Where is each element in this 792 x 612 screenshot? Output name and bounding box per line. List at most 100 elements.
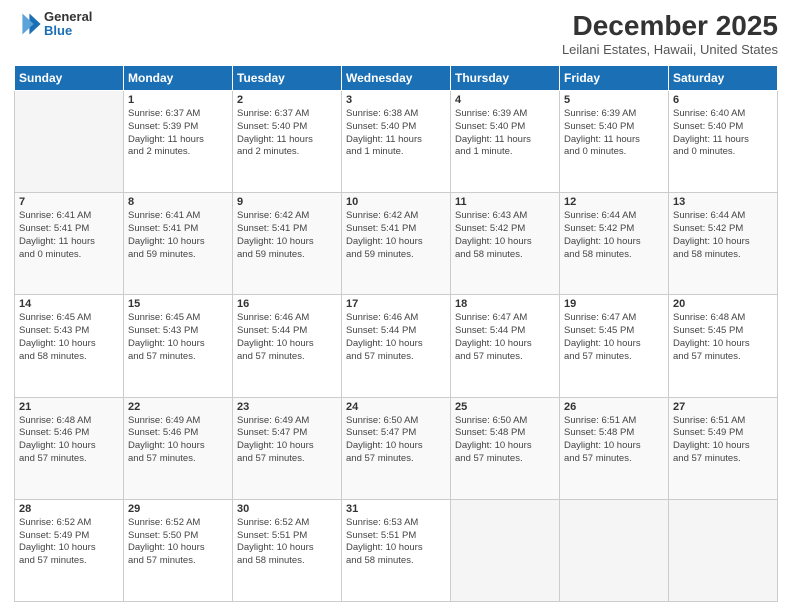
day-cell <box>15 91 124 193</box>
day-cell: 13 Sunrise: 6:44 AM Sunset: 5:42 PM Dayli… <box>669 193 778 295</box>
day-content: Sunrise: 6:51 AM Sunset: 5:48 PM Dayligh… <box>564 415 664 466</box>
day-cell: 8Sunrise: 6:41 AM Sunset: 5:41 PM Daylig… <box>124 193 233 295</box>
day-cell: 17Sunrise: 6:46 AM Sunset: 5:44 PM Dayli… <box>342 295 451 397</box>
logo-text: General Blue <box>44 10 92 39</box>
day-number: 6 <box>673 94 773 106</box>
day-content: Sunrise: 6:45 AM Sunset: 5:43 PM Dayligh… <box>19 312 119 363</box>
day-cell: 19Sunrise: 6:47 AM Sunset: 5:45 PM Dayli… <box>560 295 669 397</box>
day-number: 9 <box>237 196 337 208</box>
day-cell: 18 Sunrise: 6:47 AM Sunset: 5:44 PM Dayli… <box>451 295 560 397</box>
day-number: 22 <box>128 401 228 413</box>
day-cell: 26 Sunrise: 6:51 AM Sunset: 5:48 PM Dayli… <box>560 397 669 499</box>
day-content: Sunrise: 6:49 AM Sunset: 5:46 PM Dayligh… <box>128 415 228 466</box>
day-cell: 14 Sunrise: 6:45 AM Sunset: 5:43 PM Dayli… <box>15 295 124 397</box>
day-content: Sunrise: 6:41 AM Sunset: 5:41 PM Dayligh… <box>128 210 228 261</box>
day-cell: 4 Sunrise: 6:39 AM Sunset: 5:40 PM Daylig… <box>451 91 560 193</box>
logo-icon <box>14 10 42 38</box>
day-number: 7 <box>19 196 119 208</box>
day-content: Sunrise: 6:42 AM Sunset: 5:41 PM Dayligh… <box>346 210 446 261</box>
day-cell <box>451 499 560 601</box>
day-content: Sunrise: 6:52 AM Sunset: 5:51 PM Dayligh… <box>237 517 337 568</box>
day-content: Sunrise: 6:37 AM Sunset: 5:39 PM Dayligh… <box>128 108 228 159</box>
day-cell: 29 Sunrise: 6:52 AM Sunset: 5:50 PM Dayli… <box>124 499 233 601</box>
header-cell-monday: Monday <box>124 66 233 91</box>
day-cell: 6 Sunrise: 6:40 AM Sunset: 5:40 PM Daylig… <box>669 91 778 193</box>
day-cell: 7Sunrise: 6:41 AM Sunset: 5:41 PM Daylig… <box>15 193 124 295</box>
day-number: 29 <box>128 503 228 515</box>
day-number: 1 <box>128 94 228 106</box>
day-number: 21 <box>19 401 119 413</box>
header-cell-wednesday: Wednesday <box>342 66 451 91</box>
day-number: 18 <box>455 298 555 310</box>
logo: General Blue <box>14 10 92 39</box>
day-number: 26 <box>564 401 664 413</box>
day-content: Sunrise: 6:52 AM Sunset: 5:50 PM Dayligh… <box>128 517 228 568</box>
calendar-body: 1 Sunrise: 6:37 AM Sunset: 5:39 PM Daylig… <box>15 91 778 602</box>
day-number: 5 <box>564 94 664 106</box>
day-cell: 20Sunrise: 6:48 AM Sunset: 5:45 PM Dayli… <box>669 295 778 397</box>
day-content: Sunrise: 6:47 AM Sunset: 5:45 PM Dayligh… <box>564 312 664 363</box>
day-content: Sunrise: 6:48 AM Sunset: 5:45 PM Dayligh… <box>673 312 773 363</box>
day-content: Sunrise: 6:39 AM Sunset: 5:40 PM Dayligh… <box>455 108 555 159</box>
header-row: SundayMondayTuesdayWednesdayThursdayFrid… <box>15 66 778 91</box>
day-content: Sunrise: 6:46 AM Sunset: 5:44 PM Dayligh… <box>237 312 337 363</box>
week-row-3: 14 Sunrise: 6:45 AM Sunset: 5:43 PM Dayli… <box>15 295 778 397</box>
day-number: 13 <box>673 196 773 208</box>
day-cell: 22 Sunrise: 6:49 AM Sunset: 5:46 PM Dayli… <box>124 397 233 499</box>
week-row-4: 21 Sunrise: 6:48 AM Sunset: 5:46 PM Dayli… <box>15 397 778 499</box>
day-content: Sunrise: 6:52 AM Sunset: 5:49 PM Dayligh… <box>19 517 119 568</box>
day-number: 2 <box>237 94 337 106</box>
day-cell: 10 Sunrise: 6:42 AM Sunset: 5:41 PM Dayli… <box>342 193 451 295</box>
day-cell <box>560 499 669 601</box>
day-cell: 16 Sunrise: 6:46 AM Sunset: 5:44 PM Dayli… <box>233 295 342 397</box>
day-number: 4 <box>455 94 555 106</box>
calendar-header: SundayMondayTuesdayWednesdayThursdayFrid… <box>15 66 778 91</box>
page: General Blue December 2025 Leilani Estat… <box>0 0 792 612</box>
header-cell-friday: Friday <box>560 66 669 91</box>
day-cell: 30 Sunrise: 6:52 AM Sunset: 5:51 PM Dayli… <box>233 499 342 601</box>
day-cell: 15 Sunrise: 6:45 AM Sunset: 5:43 PM Dayli… <box>124 295 233 397</box>
day-number: 16 <box>237 298 337 310</box>
day-cell: 2 Sunrise: 6:37 AM Sunset: 5:40 PM Daylig… <box>233 91 342 193</box>
day-cell: 27 Sunrise: 6:51 AM Sunset: 5:49 PM Dayli… <box>669 397 778 499</box>
day-number: 31 <box>346 503 446 515</box>
day-content: Sunrise: 6:48 AM Sunset: 5:46 PM Dayligh… <box>19 415 119 466</box>
header-cell-thursday: Thursday <box>451 66 560 91</box>
day-content: Sunrise: 6:38 AM Sunset: 5:40 PM Dayligh… <box>346 108 446 159</box>
week-row-5: 28Sunrise: 6:52 AM Sunset: 5:49 PM Dayli… <box>15 499 778 601</box>
day-content: Sunrise: 6:50 AM Sunset: 5:48 PM Dayligh… <box>455 415 555 466</box>
calendar: SundayMondayTuesdayWednesdayThursdayFrid… <box>14 65 778 602</box>
day-content: Sunrise: 6:44 AM Sunset: 5:42 PM Dayligh… <box>673 210 773 261</box>
title-block: December 2025 Leilani Estates, Hawaii, U… <box>562 10 778 57</box>
month-year: December 2025 <box>562 10 778 42</box>
day-content: Sunrise: 6:49 AM Sunset: 5:47 PM Dayligh… <box>237 415 337 466</box>
day-number: 15 <box>128 298 228 310</box>
day-cell <box>669 499 778 601</box>
day-content: Sunrise: 6:51 AM Sunset: 5:49 PM Dayligh… <box>673 415 773 466</box>
day-cell: 12Sunrise: 6:44 AM Sunset: 5:42 PM Dayli… <box>560 193 669 295</box>
day-cell: 1 Sunrise: 6:37 AM Sunset: 5:39 PM Daylig… <box>124 91 233 193</box>
day-cell: 23 Sunrise: 6:49 AM Sunset: 5:47 PM Dayli… <box>233 397 342 499</box>
day-number: 30 <box>237 503 337 515</box>
logo-blue: Blue <box>44 24 92 38</box>
day-cell: 9Sunrise: 6:42 AM Sunset: 5:41 PM Daylig… <box>233 193 342 295</box>
day-content: Sunrise: 6:37 AM Sunset: 5:40 PM Dayligh… <box>237 108 337 159</box>
day-content: Sunrise: 6:43 AM Sunset: 5:42 PM Dayligh… <box>455 210 555 261</box>
day-content: Sunrise: 6:45 AM Sunset: 5:43 PM Dayligh… <box>128 312 228 363</box>
day-number: 23 <box>237 401 337 413</box>
day-cell: 21 Sunrise: 6:48 AM Sunset: 5:46 PM Dayli… <box>15 397 124 499</box>
header-cell-tuesday: Tuesday <box>233 66 342 91</box>
day-number: 10 <box>346 196 446 208</box>
day-content: Sunrise: 6:40 AM Sunset: 5:40 PM Dayligh… <box>673 108 773 159</box>
day-number: 11 <box>455 196 555 208</box>
header: General Blue December 2025 Leilani Estat… <box>14 10 778 57</box>
day-content: Sunrise: 6:46 AM Sunset: 5:44 PM Dayligh… <box>346 312 446 363</box>
day-cell: 5Sunrise: 6:39 AM Sunset: 5:40 PM Daylig… <box>560 91 669 193</box>
day-number: 24 <box>346 401 446 413</box>
day-number: 27 <box>673 401 773 413</box>
day-content: Sunrise: 6:44 AM Sunset: 5:42 PM Dayligh… <box>564 210 664 261</box>
day-cell: 25Sunrise: 6:50 AM Sunset: 5:48 PM Dayli… <box>451 397 560 499</box>
day-cell: 24Sunrise: 6:50 AM Sunset: 5:47 PM Dayli… <box>342 397 451 499</box>
day-content: Sunrise: 6:47 AM Sunset: 5:44 PM Dayligh… <box>455 312 555 363</box>
day-number: 14 <box>19 298 119 310</box>
